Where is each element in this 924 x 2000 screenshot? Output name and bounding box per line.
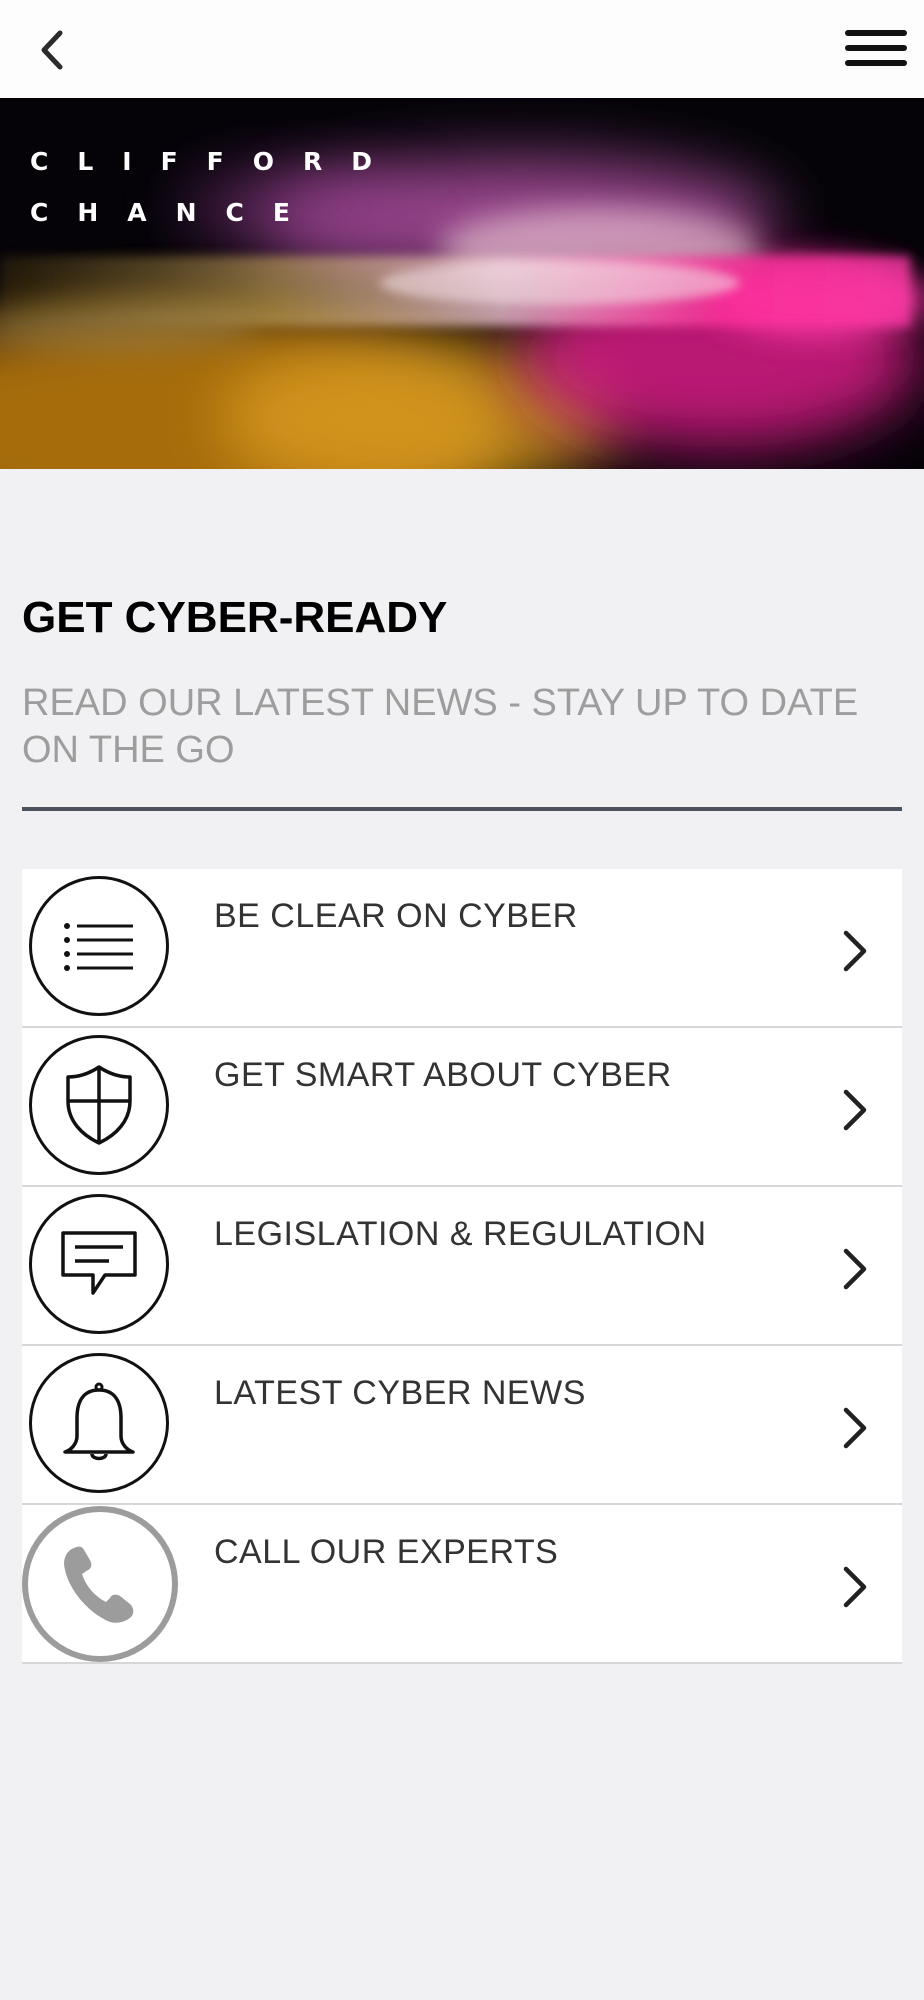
menu-item-label: GET SMART ABOUT CYBER (214, 1056, 672, 1094)
page-title: GET CYBER-READY (22, 593, 448, 642)
phone-icon (22, 1506, 178, 1662)
chevron-right-icon (843, 1407, 867, 1449)
hamburger-menu-icon (845, 30, 907, 66)
shield-icon (29, 1035, 169, 1175)
menu-item-label: LATEST CYBER NEWS (214, 1374, 586, 1412)
hero-banner: CLIFFORD CHANCE (0, 98, 924, 469)
list-icon (29, 876, 169, 1016)
chevron-right-icon (843, 1248, 867, 1290)
chevron-right-icon (843, 1089, 867, 1131)
logo-line-1: CLIFFORD (30, 147, 401, 176)
menu-item-get-smart-about-cyber[interactable]: GET SMART ABOUT CYBER (22, 1028, 902, 1187)
menu-button[interactable] (836, 18, 916, 78)
menu-item-label: CALL OUR EXPERTS (214, 1533, 559, 1571)
menu-item-label: LEGISLATION & REGULATION (214, 1215, 707, 1253)
page-subtitle: READ OUR LATEST NEWS - STAY UP TO DATE O… (22, 682, 859, 771)
chevron-left-icon (41, 30, 63, 70)
menu-item-latest-cyber-news[interactable]: LATEST CYBER NEWS (22, 1346, 902, 1505)
menu-list: BE CLEAR ON CYBER GET SMART ABOUT CYBER (22, 869, 902, 1664)
logo-line-2: CHANCE (30, 198, 319, 227)
section-divider (22, 807, 902, 811)
back-button[interactable] (22, 20, 82, 80)
menu-item-label: BE CLEAR ON CYBER (214, 897, 578, 935)
top-navigation-bar (0, 0, 924, 99)
message-icon (29, 1194, 169, 1334)
bell-icon (29, 1353, 169, 1493)
menu-item-call-our-experts[interactable]: CALL OUR EXPERTS (22, 1505, 902, 1664)
chevron-right-icon (843, 1566, 867, 1608)
menu-item-legislation-regulation[interactable]: LEGISLATION & REGULATION (22, 1187, 902, 1346)
chevron-right-icon (843, 930, 867, 972)
clifford-chance-logo: CLIFFORD CHANCE (30, 136, 401, 238)
menu-item-be-clear-on-cyber[interactable]: BE CLEAR ON CYBER (22, 869, 902, 1028)
